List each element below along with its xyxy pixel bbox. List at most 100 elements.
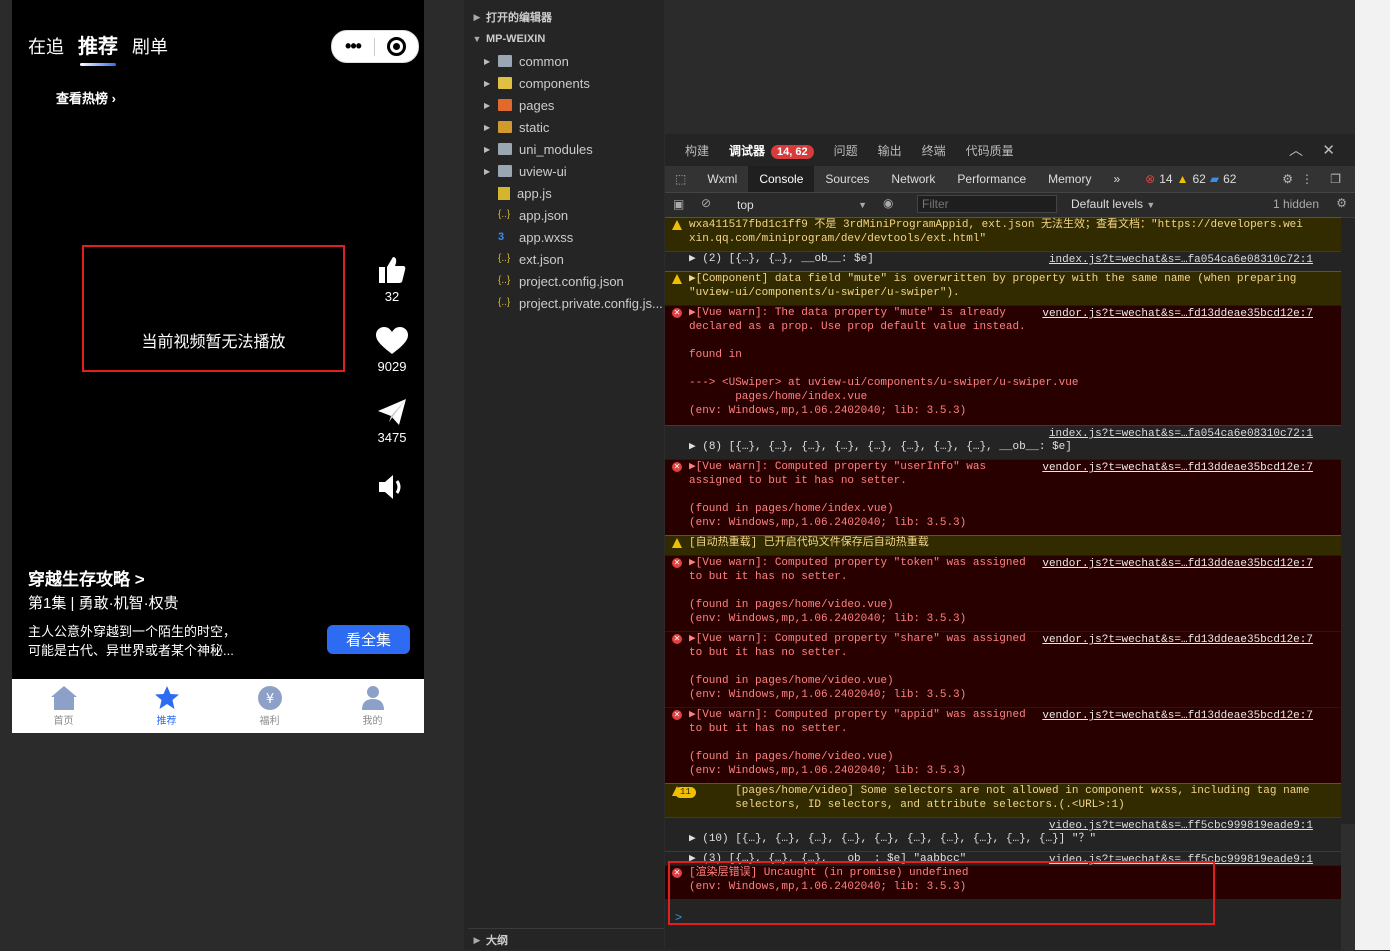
console-log-info[interactable]: ▶ (10) [{…}, {…}, {…}, {…}, {…}, {…}, {…… <box>665 817 1341 851</box>
watch-all-button[interactable]: 看全集 <box>327 625 410 654</box>
tab-following[interactable]: 在追 <box>28 33 64 59</box>
more-tabs-button[interactable]: » <box>1102 166 1131 192</box>
console-log-info[interactable]: ▶ (8) [{…}, {…}, {…}, {…}, {…}, {…}, {…}… <box>665 425 1341 459</box>
chevron-right-icon: ▶ <box>484 144 491 154</box>
tab-mine[interactable]: 我的 <box>321 679 424 733</box>
log-source-link[interactable]: vendor.js?t=wechat&s=…fd13ddeae35bcd12e:… <box>1042 633 1313 647</box>
tab-debugger[interactable]: 调试器 14, 62 <box>729 142 814 159</box>
tab-problems[interactable]: 问题 <box>834 142 858 159</box>
log-source-link[interactable]: index.js?t=wechat&s=…fa054ca6e08310c72:1 <box>1049 253 1313 267</box>
hidden-count: 1 hidden <box>1272 197 1319 211</box>
volume-button[interactable] <box>367 473 417 505</box>
like-button[interactable]: 32 <box>367 255 417 304</box>
console-log-err[interactable]: ✕ ▶[Vue warn]: Computed property "appid" … <box>665 707 1341 783</box>
tab-performance[interactable]: Performance <box>946 166 1037 192</box>
console-scrollbar[interactable] <box>1341 824 1355 950</box>
tab-console[interactable]: Console <box>748 166 815 192</box>
log-source-link[interactable]: index.js?t=wechat&s=…fa054ca6e08310c72:1 <box>1049 427 1313 441</box>
tab-network[interactable]: Network <box>880 166 946 192</box>
tab-recommend-bottom[interactable]: 推荐 <box>115 679 218 733</box>
file-app-js[interactable]: app.js <box>464 182 552 204</box>
console-log-err[interactable]: ✕ ▶[Vue warn]: Computed property "userInf… <box>665 459 1341 535</box>
open-editors-section[interactable]: ▶ 打开的编辑器 <box>468 6 552 28</box>
tab-memory[interactable]: Memory <box>1037 166 1102 192</box>
hot-list-link[interactable]: 查看热榜 › <box>56 88 116 107</box>
chevron-right-icon: ▶ <box>484 56 491 66</box>
tab-output[interactable]: 输出 <box>878 142 902 159</box>
project-section[interactable]: ▼ MP-WEIXIN <box>468 28 546 50</box>
favorite-count: 9029 <box>377 359 407 374</box>
console-log-warn[interactable]: ▶[Component] data field "mute" is overwr… <box>665 271 1341 305</box>
warning-icon <box>672 274 682 284</box>
kebab-menu-icon[interactable]: ⋮ <box>1301 172 1313 186</box>
json-file-icon: {..} <box>498 275 511 286</box>
folder-icon <box>498 99 512 111</box>
close-icon[interactable]: ✕ <box>1322 141 1335 159</box>
dock-icon[interactable]: ❐ <box>1330 172 1341 186</box>
console-log-err[interactable]: ✕ ▶[Vue warn]: The data property "mute" i… <box>665 305 1341 425</box>
folder-common[interactable]: ▶ common <box>464 50 569 72</box>
log-source-link[interactable]: vendor.js?t=wechat&s=…fd13ddeae35bcd12e:… <box>1042 557 1313 571</box>
file-project-private-config[interactable]: {..} project.private.config.js... <box>464 292 663 314</box>
close-icon[interactable] <box>387 37 406 56</box>
video-error-message: 当前视频暂无法播放 <box>82 245 345 372</box>
chevron-right-icon: ▶ <box>484 122 491 132</box>
tab-wxml[interactable]: Wxml <box>696 166 748 192</box>
episode-info: 第1集 | 勇敢·机智·权贵 <box>28 595 179 612</box>
file-project-config[interactable]: {..} project.config.json <box>464 270 624 292</box>
bottom-tabbar: 首页 推荐 ¥ 福利 我的 <box>12 679 424 733</box>
folder-components[interactable]: ▶ components <box>464 72 590 94</box>
favorite-button[interactable]: 9029 <box>367 327 417 374</box>
context-selector[interactable]: top ▼ <box>731 196 867 214</box>
chevron-up-icon[interactable]: ︿ <box>1289 140 1303 160</box>
share-button[interactable]: 3475 <box>367 398 417 445</box>
console-settings-icon[interactable]: ⚙ <box>1336 196 1347 210</box>
sidebar-toggle-icon[interactable]: ▣ <box>673 197 684 211</box>
tab-playlist[interactable]: 剧单 <box>132 33 168 59</box>
heart-icon <box>376 327 408 354</box>
log-source-link[interactable]: vendor.js?t=wechat&s=…fd13ddeae35bcd12e:… <box>1042 307 1313 321</box>
console-log-warn[interactable]: [自动热重载] 已开启代码文件保存后自动热重载 <box>665 535 1341 555</box>
tab-build[interactable]: 构建 <box>685 142 709 159</box>
tab-terminal[interactable]: 终端 <box>922 142 946 159</box>
folder-pages[interactable]: ▶ pages <box>464 94 554 116</box>
folder-uni-modules[interactable]: ▶ uni_modules <box>464 138 593 160</box>
inspect-icon[interactable]: ⬚ <box>665 166 696 192</box>
file-ext-json[interactable]: {..} ext.json <box>464 248 564 270</box>
show-description: 主人公意外穿越到一个陌生的时空， 可能是古代、异世界或者某个神秘... <box>28 622 288 660</box>
mini-program-capsule: ••• <box>331 30 419 63</box>
issue-counters[interactable]: ⊗ 14 ▲ 62 ▰ 62 <box>1145 172 1236 186</box>
console-log-err[interactable]: ✕ ▶[Vue warn]: Computed property "share" … <box>665 631 1341 707</box>
tab-code-quality[interactable]: 代码质量 <box>966 142 1014 159</box>
dropdown-arrow-icon: ▼ <box>858 200 867 210</box>
log-source-link[interactable]: video.js?t=wechat&s=…ff5cbc999819eade9:1 <box>1049 819 1313 833</box>
log-levels-dropdown[interactable]: Default levels ▼ <box>1071 197 1155 211</box>
file-app-wxss[interactable]: 3 app.wxss <box>464 226 573 248</box>
devtools-top-tabs: 构建 调试器 14, 62 问题 输出 终端 代码质量 ︿ ✕ <box>665 134 1355 166</box>
gear-icon[interactable]: ⚙ <box>1282 172 1293 186</box>
chevron-right-icon: ▶ <box>473 934 481 945</box>
console-log-warn[interactable]: wxa411517fbd1c1ff9 不是 3rdMiniProgramAppi… <box>665 217 1341 251</box>
folder-static[interactable]: ▶ static <box>464 116 549 138</box>
json-file-icon: {..} <box>498 297 511 308</box>
tab-welfare[interactable]: ¥ 福利 <box>218 679 321 733</box>
console-log-warn[interactable]: 11 [pages/home/video] Some selectors are… <box>665 783 1341 817</box>
filter-input[interactable] <box>917 195 1057 213</box>
tab-sources[interactable]: Sources <box>814 166 880 192</box>
console-log-err[interactable]: ✕ ▶[Vue warn]: Computed property "token" … <box>665 555 1341 631</box>
clear-console-icon[interactable]: ⊘ <box>701 196 711 210</box>
log-source-link[interactable]: vendor.js?t=wechat&s=…fd13ddeae35bcd12e:… <box>1042 461 1313 475</box>
tab-home[interactable]: 首页 <box>12 679 115 733</box>
folder-uview-ui[interactable]: ▶ uview-ui <box>464 160 567 182</box>
console-log-info[interactable]: ▶ (2) [{…}, {…}, __ob__: $e] index.js?t=w… <box>665 251 1341 271</box>
chevron-right-icon: ▶ <box>484 78 491 88</box>
outline-section[interactable]: ▶ 大纲 <box>468 928 664 951</box>
more-icon[interactable]: ••• <box>332 36 374 57</box>
debugger-badge: 14, 62 <box>771 144 814 159</box>
log-source-link[interactable]: vendor.js?t=wechat&s=…fd13ddeae35bcd12e:… <box>1042 709 1313 723</box>
devtools-panel: 构建 调试器 14, 62 问题 输出 终端 代码质量 ︿ ✕ ⬚ Wxml Co… <box>665 134 1355 950</box>
tab-recommend[interactable]: 推荐 <box>78 30 118 66</box>
eye-icon[interactable]: ◉ <box>883 196 893 210</box>
show-title[interactable]: 穿越生存攻略 > <box>28 565 145 590</box>
file-app-json[interactable]: {..} app.json <box>464 204 568 226</box>
